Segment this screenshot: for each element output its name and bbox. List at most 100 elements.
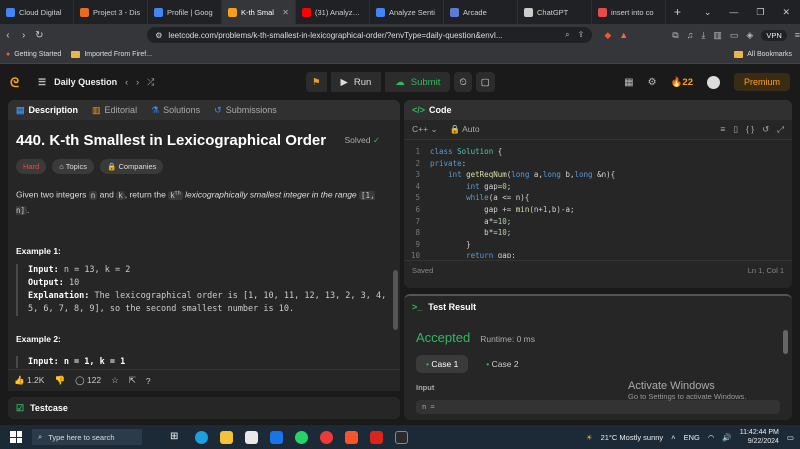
brave-icon[interactable] — [345, 430, 358, 444]
tab-submissions[interactable]: ↺ Submissions — [214, 105, 277, 116]
code-line[interactable]: 4 int gap=0; — [404, 181, 792, 193]
share-icon[interactable]: ⇪ — [578, 30, 585, 40]
task-view-icon[interactable]: ⊞ — [170, 431, 183, 444]
code-line[interactable]: 3 int getReqNum(long a,long b,long &n){ — [404, 169, 792, 181]
debug-button[interactable]: ⚑ — [306, 72, 327, 92]
sidebar-icon[interactable]: ▥ — [713, 30, 722, 41]
braces-icon[interactable]: { } — [746, 124, 754, 135]
code-line[interactable]: 2 private: — [404, 158, 792, 170]
browser-tab[interactable]: Cloud Digital — [0, 0, 74, 24]
url-bar[interactable]: ⚙ leetcode.com/problems/k-th-smallest-in… — [147, 27, 593, 43]
maximize-icon[interactable]: ❐ — [756, 7, 764, 18]
reset-icon[interactable]: ↺ — [762, 124, 769, 135]
whatsapp-icon[interactable] — [295, 430, 308, 444]
topics-chip[interactable]: ⌂ Topics — [52, 159, 95, 174]
store-icon[interactable] — [245, 430, 258, 444]
thumbs-down-icon[interactable]: 👎 — [54, 375, 65, 386]
rewards-icon[interactable]: ▲ — [619, 30, 628, 40]
browser-tab[interactable]: K-th Smal ✕ — [222, 0, 296, 24]
new-tab-button[interactable]: + — [666, 5, 689, 19]
submit-button[interactable]: ☁ Submit — [385, 72, 451, 92]
browser-tab[interactable]: insert into co — [592, 0, 666, 24]
run-button[interactable]: ▶ Run — [330, 72, 382, 92]
chevron-down-icon[interactable]: ⌄ — [704, 7, 712, 18]
format-icon[interactable]: ≡ — [720, 124, 725, 135]
code-line[interactable]: 10 return gap; — [404, 250, 792, 258]
close-tab-icon[interactable]: ✕ — [282, 8, 289, 17]
acrobat-icon[interactable] — [370, 430, 383, 444]
site-info-icon[interactable]: ⚙ — [155, 31, 162, 40]
bookmark-icon[interactable]: ▯ — [733, 124, 738, 135]
vivaldi-icon[interactable] — [320, 430, 333, 444]
code-line[interactable]: 9 } — [404, 239, 792, 251]
menu-icon[interactable]: ≡ — [795, 30, 800, 40]
tab-solutions[interactable]: ⚗ Solutions — [151, 105, 200, 116]
code-line[interactable]: 5 while(a <= n){ — [404, 192, 792, 204]
windows-start-icon[interactable] — [10, 431, 22, 443]
settings-icon[interactable]: ⚙ — [648, 77, 657, 88]
bookmark-imported[interactable]: Imported From Firef... — [71, 51, 152, 58]
prev-question-icon[interactable]: ‹ — [125, 77, 128, 87]
leo-icon[interactable]: ◈ — [746, 30, 753, 41]
extensions-icon[interactable]: ⧉ — [672, 30, 678, 41]
avatar[interactable] — [706, 75, 720, 89]
downloads-icon[interactable]: ⤓ — [701, 30, 705, 41]
code-line[interactable]: 1 class Solution { — [404, 146, 792, 158]
tab-case-1[interactable]: • Case 1 — [416, 355, 469, 373]
streak-counter[interactable]: 🔥22 — [671, 77, 693, 88]
wifi-icon[interactable]: ◠ — [708, 433, 715, 442]
bookmark-getting-started[interactable]: ● Getting Started — [6, 51, 61, 58]
browser-tab[interactable]: (31) Analyze S — [296, 0, 370, 24]
tray-chevron-icon[interactable]: ˄ — [671, 433, 675, 442]
minimize-icon[interactable]: — — [729, 7, 738, 18]
daily-question-label[interactable]: Daily Question — [54, 77, 117, 87]
edge-icon[interactable] — [195, 430, 208, 444]
browser-tab[interactable]: Project 3 - Dis — [74, 0, 148, 24]
tab-editorial[interactable]: ▥ Editorial — [92, 105, 137, 116]
notification-icon[interactable]: ▭ — [787, 433, 794, 442]
browser-tab[interactable]: Arcade — [444, 0, 518, 24]
share-icon[interactable]: ⇱ — [129, 375, 136, 386]
reload-icon[interactable]: ↻ — [32, 30, 48, 41]
mail-icon[interactable] — [270, 430, 283, 444]
media-icon[interactable]: ♫ — [687, 30, 694, 40]
layout-icon[interactable]: ▦ — [624, 77, 633, 88]
auto-mode[interactable]: 🔒 Auto — [450, 124, 480, 135]
close-icon[interactable]: ✕ — [782, 7, 790, 18]
testcase-header[interactable]: ☑ Testcase — [8, 397, 400, 419]
clock[interactable]: 11:42:44 PM 9/22/2024 — [740, 428, 779, 446]
companies-chip[interactable]: 🔒 Companies — [100, 159, 164, 174]
problem-list-icon[interactable]: ☰ — [38, 77, 46, 88]
code-editor[interactable]: 1 class Solution {2 private: 3 int getReqNu… — [404, 140, 792, 258]
scrollbar[interactable] — [783, 330, 788, 354]
notes-icon[interactable]: ▢ — [475, 72, 495, 92]
fullscreen-icon[interactable]: ⤢ — [777, 124, 784, 135]
code-line[interactable]: 7 a*=10; — [404, 216, 792, 228]
vpn-button[interactable]: VPN — [761, 29, 787, 41]
volume-icon[interactable]: 🔊 — [722, 433, 731, 442]
wallet-icon[interactable]: ▭ — [730, 30, 739, 41]
test-result-header[interactable]: >_ Test Result — [404, 296, 792, 318]
browser-tab[interactable]: Profile | Goog — [148, 0, 222, 24]
terminal-icon[interactable] — [395, 430, 408, 444]
browser-tab[interactable]: ChatGPT — [518, 0, 592, 24]
taskbar-search[interactable]: ⌕ Type here to search — [32, 429, 142, 445]
forward-icon[interactable]: › — [16, 30, 32, 41]
tab-code[interactable]: </> Code — [412, 105, 452, 115]
file-explorer-icon[interactable] — [220, 430, 233, 444]
back-icon[interactable]: ‹ — [0, 30, 16, 41]
comments-button[interactable]: ◯ 122 — [75, 375, 101, 386]
next-question-icon[interactable]: › — [136, 77, 139, 87]
all-bookmarks-button[interactable]: All Bookmarks — [734, 51, 800, 58]
tab-case-2[interactable]: • Case 2 — [476, 355, 528, 373]
help-icon[interactable]: ? — [146, 376, 151, 386]
tab-description[interactable]: ▤ Description — [16, 105, 78, 116]
code-line[interactable]: 6 gap += min(n+1,b)-a; — [404, 204, 792, 216]
code-line[interactable]: 8 b*=10; — [404, 227, 792, 239]
leetcode-logo-icon[interactable]: ᘓ — [10, 75, 24, 90]
language-select[interactable]: C++ ⌄ — [412, 124, 438, 135]
browser-tab[interactable]: Analyze Senti — [370, 0, 444, 24]
like-button[interactable]: 👍 1.2K — [14, 375, 44, 386]
star-icon[interactable]: ☆ — [111, 375, 119, 386]
shuffle-icon[interactable]: ⤮ — [147, 77, 154, 88]
